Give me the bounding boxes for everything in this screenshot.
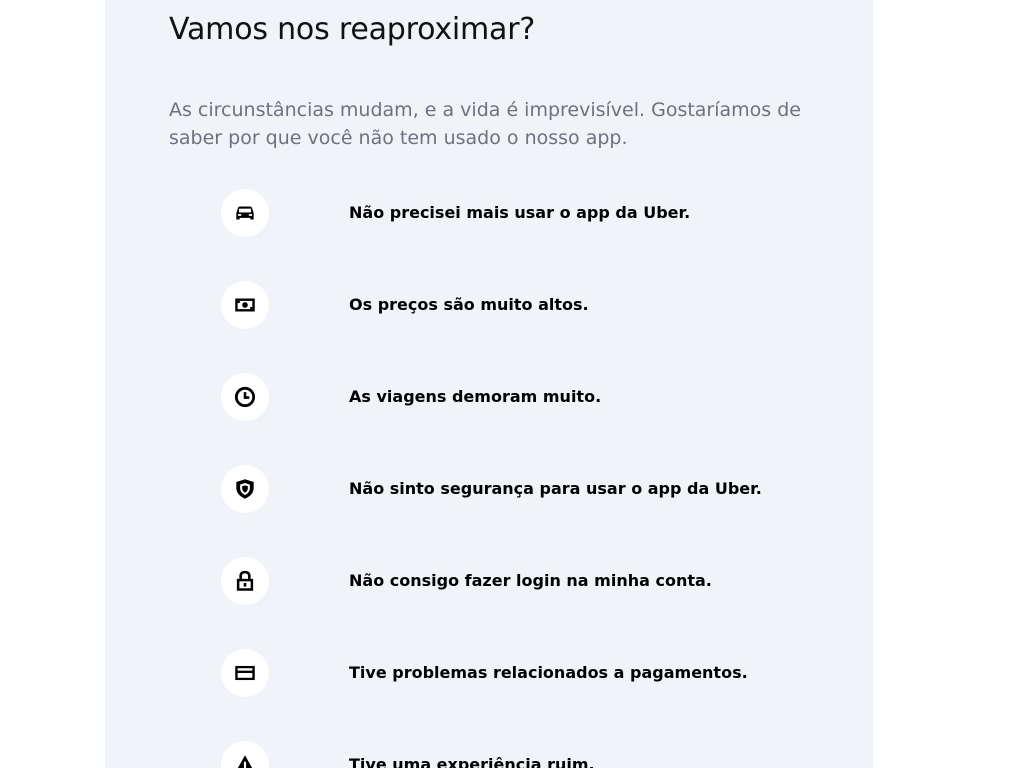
shield-icon [221, 465, 269, 513]
reason-option-prices[interactable]: Os preços são muito altos. [221, 281, 821, 329]
reason-option-safety[interactable]: Não sinto segurança para usar o app da U… [221, 465, 821, 513]
warning-icon [221, 741, 269, 768]
clock-icon [221, 373, 269, 421]
page-subtitle: As circunstâncias mudam, e a vida é impr… [169, 99, 801, 149]
reason-label: Tive problemas relacionados a pagamentos… [349, 663, 748, 682]
reason-option-bad-experience[interactable]: Tive uma experiência ruim. [221, 741, 821, 768]
lock-icon [221, 557, 269, 605]
reason-option-no-need[interactable]: Não precisei mais usar o app da Uber. [221, 189, 821, 237]
reason-option-payments[interactable]: Tive problemas relacionados a pagamentos… [221, 649, 821, 697]
main-panel: Vamos nos reaproximar? As circunstâncias… [105, 0, 873, 768]
money-icon [221, 281, 269, 329]
credit-card-icon [221, 649, 269, 697]
reason-label: Não consigo fazer login na minha conta. [349, 571, 712, 590]
reason-label: Tive uma experiência ruim. [349, 755, 595, 768]
reason-option-login[interactable]: Não consigo fazer login na minha conta. [221, 557, 821, 605]
reason-label: Os preços são muito altos. [349, 295, 589, 314]
reason-label: Não precisei mais usar o app da Uber. [349, 203, 691, 222]
page-title: Vamos nos reaproximar? [169, 12, 536, 47]
reason-label: Não sinto segurança para usar o app da U… [349, 479, 762, 498]
reason-option-slow-trips[interactable]: As viagens demoram muito. [221, 373, 821, 421]
car-icon [221, 189, 269, 237]
reason-label: As viagens demoram muito. [349, 387, 602, 406]
